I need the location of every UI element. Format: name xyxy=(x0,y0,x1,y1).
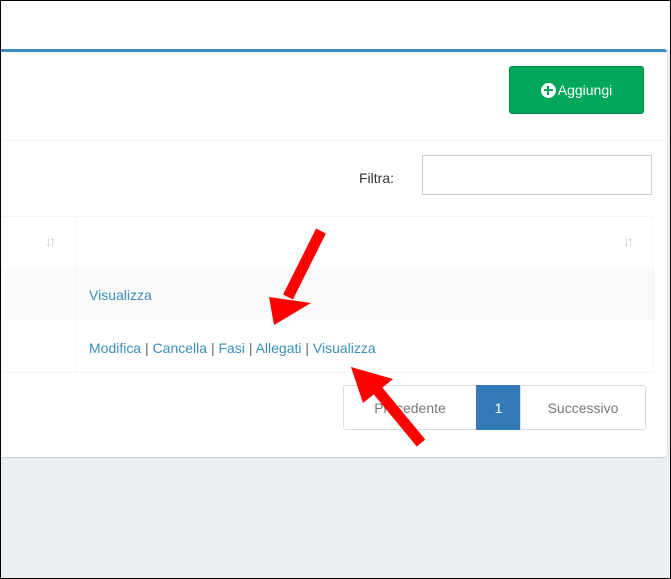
table-header-row: ↓↑ ↓↑ xyxy=(1,216,653,269)
screen: Aggiungi Filtra: ↓↑ ↓↑ Visualizza Modifi… xyxy=(0,0,671,579)
visualizza-link[interactable]: Visualizza xyxy=(313,340,376,356)
separator: | xyxy=(305,340,310,356)
box-header: Aggiungi xyxy=(1,52,667,141)
top-strip xyxy=(1,1,670,49)
sort-icon: ↓↑ xyxy=(623,233,634,249)
pagination: Precedente 1 Successivo xyxy=(343,385,646,430)
actions-cell: Visualizza xyxy=(75,267,654,320)
page-1-button[interactable]: 1 xyxy=(476,385,521,430)
visualizza-link[interactable]: Visualizza xyxy=(89,287,152,303)
plus-circle-icon xyxy=(540,82,556,98)
table-row: Modifica | Cancella | Fasi | Allegati | … xyxy=(1,320,654,373)
add-button[interactable]: Aggiungi xyxy=(509,66,644,114)
add-button-label: Aggiungi xyxy=(557,82,613,98)
separator: | xyxy=(248,340,253,356)
separator: | xyxy=(145,340,149,356)
column-header[interactable]: ↓↑ xyxy=(1,217,76,268)
actions-cell: Modifica | Cancella | Fasi | Allegati | … xyxy=(75,320,654,372)
modifica-link[interactable]: Modifica xyxy=(89,340,141,356)
filter-label: Filtra: xyxy=(359,170,394,186)
fasi-link[interactable]: Fasi xyxy=(218,340,244,356)
sort-icon: ↓↑ xyxy=(45,233,56,249)
filter-input[interactable] xyxy=(422,155,652,195)
separator: | xyxy=(210,340,215,356)
previous-page-button[interactable]: Precedente xyxy=(343,385,477,430)
cancella-link[interactable]: Cancella xyxy=(153,340,207,356)
allegati-link[interactable]: Allegati xyxy=(256,340,302,356)
table-row: Visualizza xyxy=(1,267,654,321)
next-page-button[interactable]: Successivo xyxy=(520,385,646,430)
column-header-actions[interactable]: ↓↑ xyxy=(75,217,653,268)
highlight-patch xyxy=(99,420,244,434)
